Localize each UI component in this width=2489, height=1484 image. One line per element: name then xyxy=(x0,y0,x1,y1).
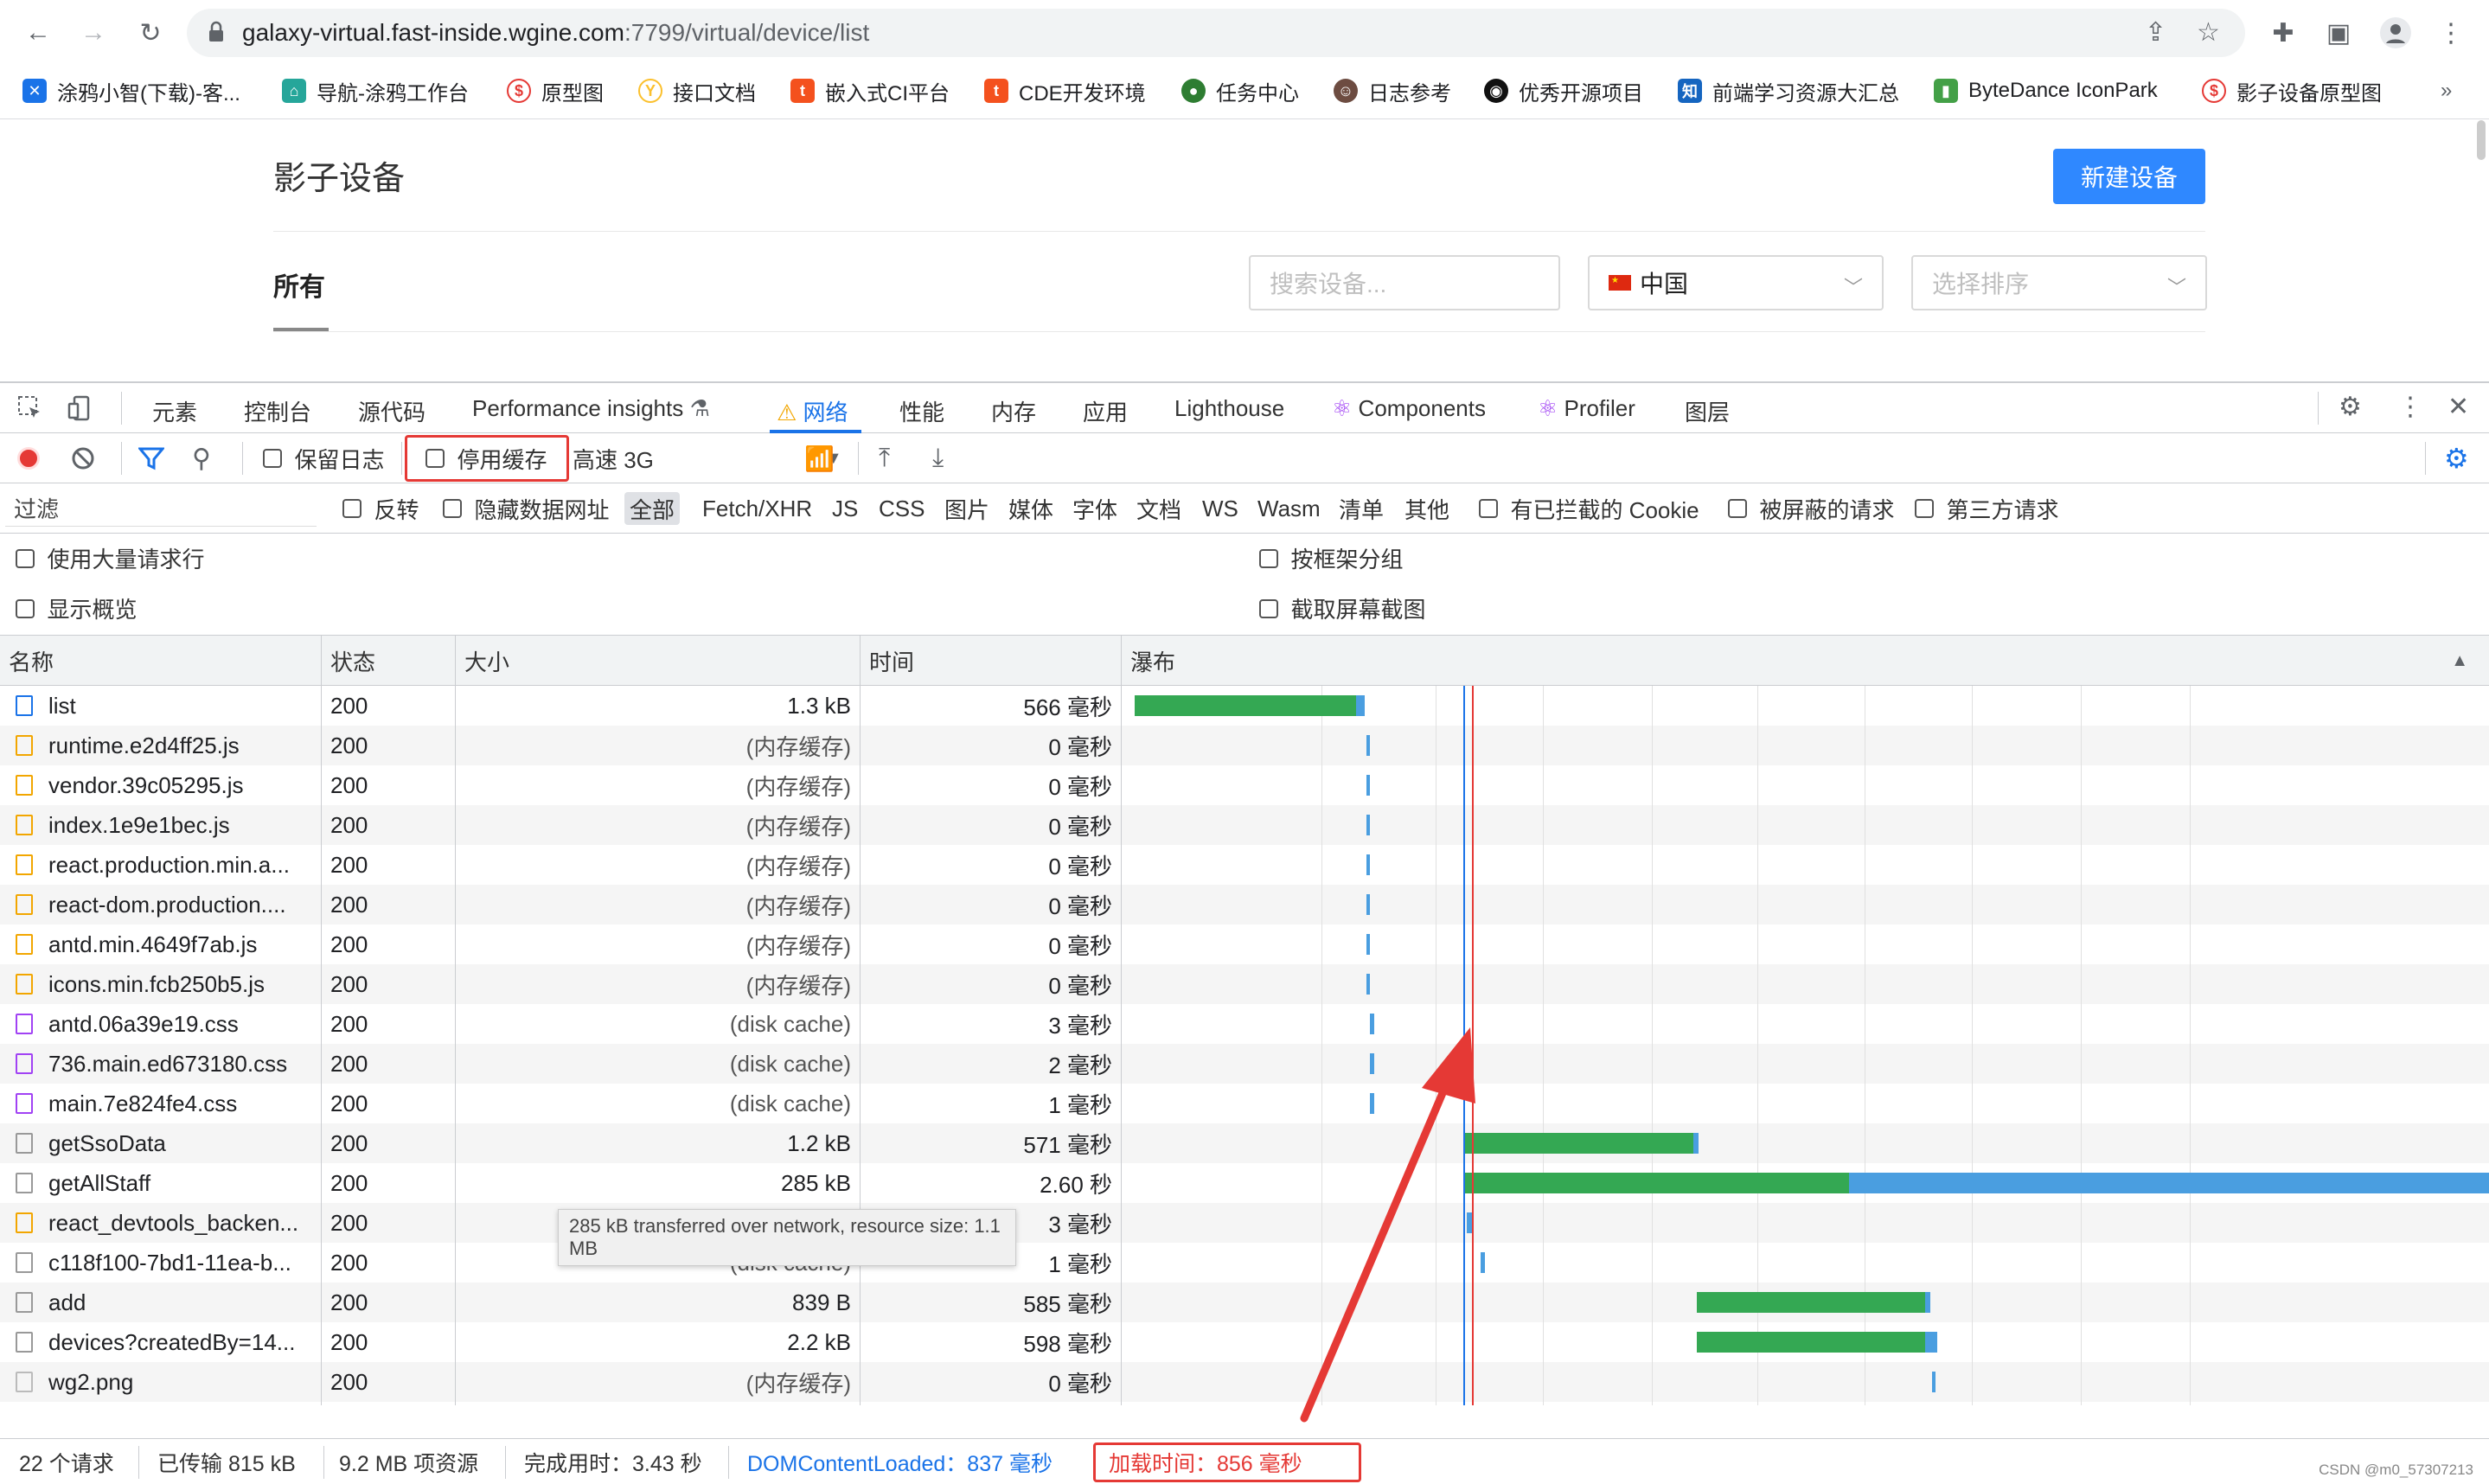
separator xyxy=(323,1446,324,1479)
watermark: CSDN @m0_57307213 xyxy=(2319,1462,2473,1478)
screen: ← → ↻ galaxy-virtual.fast-inside.wgine.c… xyxy=(0,0,2489,1484)
resource-size: 9.2 MB 项资源 xyxy=(339,1451,479,1476)
highlight-box xyxy=(1093,1442,1361,1482)
annotation-arrow xyxy=(1300,1027,1475,1423)
finish-time: 完成用时：3.43 秒 xyxy=(524,1451,702,1476)
separator xyxy=(728,1446,729,1479)
separator xyxy=(138,1446,139,1479)
transferred-size: 已传输 815 kB xyxy=(157,1451,296,1476)
network-statusbar: 22 个请求 已传输 815 kB 9.2 MB 项资源 完成用时：3.43 秒… xyxy=(0,1438,2489,1484)
domcontentloaded-time: DOMContentLoaded：837 毫秒 xyxy=(747,1451,1053,1476)
request-count: 22 个请求 xyxy=(19,1451,114,1476)
separator xyxy=(505,1446,506,1479)
